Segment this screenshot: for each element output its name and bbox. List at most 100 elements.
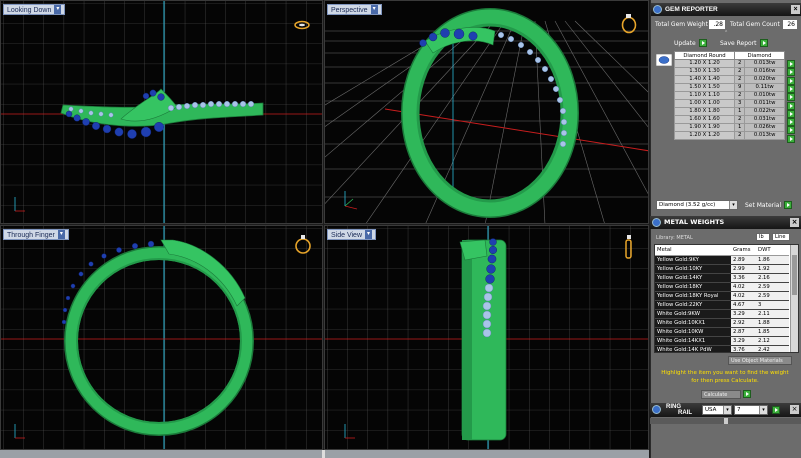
- select-gem-row-button[interactable]: [787, 118, 795, 127]
- close-icon[interactable]: ×: [790, 218, 799, 227]
- gem-row[interactable]: 1.10 X 1.10 2 0.010tw: [674, 91, 785, 100]
- slider-thumb[interactable]: [724, 418, 728, 424]
- col-metal: Metal: [655, 245, 731, 256]
- metal-grams: 3.36: [731, 273, 756, 283]
- select-gem-row-button[interactable]: [787, 76, 795, 85]
- gem-report-table: Diamond Round Diamond 1.20 X 1.20 2 0.013t…: [674, 51, 785, 140]
- metal-row[interactable]: Yellow Gold:18KY 4.02 2.59: [655, 282, 789, 292]
- chevron-down-icon[interactable]: ▾: [729, 201, 737, 209]
- viewport-label-side-view[interactable]: Side View ▾: [327, 229, 377, 240]
- select-gem-row-button[interactable]: [787, 60, 795, 68]
- select-gem-row-button[interactable]: [787, 101, 795, 110]
- viewport-through-finger[interactable]: Through Finger ▾: [0, 225, 323, 450]
- metal-row[interactable]: Yellow Gold:9KY 2.89 1.86: [655, 255, 789, 265]
- unit-toggle-line[interactable]: Line: [772, 233, 790, 241]
- metal-row[interactable]: White Gold:14KX1 3.29 2.12: [655, 336, 789, 346]
- select-gem-row-button[interactable]: [787, 84, 795, 93]
- metal-dwt: 1.85: [756, 327, 789, 337]
- save-report-label: Save Report: [720, 40, 757, 47]
- ring-view-icon[interactable]: [293, 19, 311, 31]
- metal-row[interactable]: Yellow Gold:14KY 3.36 2.16: [655, 273, 789, 283]
- ring-rail-title-2: RAIL: [678, 410, 692, 416]
- metal-grams: 2.87: [731, 327, 756, 337]
- select-gem-row-button[interactable]: [787, 134, 795, 143]
- gem-count: 9: [733, 83, 746, 92]
- chevron-down-icon[interactable]: ▾: [759, 406, 767, 414]
- metal-dwt: 2.42: [756, 345, 789, 352]
- unit-toggle-ib[interactable]: Ib: [756, 233, 770, 241]
- metal-row[interactable]: White Gold:9KW 3.29 2.11: [655, 309, 789, 319]
- ring-size-region-select[interactable]: USA ▾: [702, 405, 732, 415]
- gem-row[interactable]: 1.30 X 1.30 2 0.016tw: [674, 67, 785, 76]
- chevron-down-icon[interactable]: ▾: [370, 5, 378, 14]
- use-object-materials-checkbox[interactable]: Use Object Materials: [728, 356, 792, 365]
- viewport-label-looking-down[interactable]: Looking Down ▾: [3, 4, 66, 15]
- gem-count: 2: [733, 91, 746, 100]
- chevron-down-icon[interactable]: ▾: [57, 230, 65, 239]
- scrollbar-thumb[interactable]: [792, 255, 797, 295]
- ring-view-icon[interactable]: [619, 11, 639, 35]
- metal-row[interactable]: Yellow Gold:10KY 2.99 1.92: [655, 264, 789, 274]
- save-report-button[interactable]: [760, 39, 768, 47]
- metal-weights-header[interactable]: METAL WEIGHTS ×: [650, 216, 801, 229]
- select-gem-row-button[interactable]: [787, 93, 795, 102]
- gem-row[interactable]: 1.40 X 1.40 2 0.020tw: [674, 75, 785, 84]
- metal-grams: 2.99: [731, 264, 756, 274]
- metal-metal: Yellow Gold:9KY: [655, 255, 731, 265]
- ring-rail-header: RING RAIL USA ▾ 7 ▾ ×: [650, 403, 801, 417]
- update-button[interactable]: [699, 39, 707, 47]
- chevron-down-icon[interactable]: ▾: [365, 230, 373, 239]
- calculate-field: Calculate: [701, 390, 741, 399]
- gem-size: 1.10 X 1.10: [674, 91, 735, 100]
- gem-row[interactable]: 1.80 X 1.80 1 0.022tw: [674, 107, 785, 116]
- close-icon[interactable]: ×: [790, 405, 799, 414]
- timeline-marker[interactable]: [322, 450, 325, 458]
- apply-ring-size-button[interactable]: [772, 406, 780, 414]
- gem-count: 2: [733, 115, 746, 124]
- gem-row[interactable]: 1.20 X 1.20 2 0.013tw: [674, 59, 785, 68]
- gem-reporter-header[interactable]: GEM REPORTER ×: [651, 3, 801, 16]
- metal-dwt: 2.11: [756, 309, 789, 319]
- splitter-handle[interactable]: ⌃: [724, 30, 728, 36]
- viewport-looking-down[interactable]: Looking Down ▾: [0, 0, 323, 224]
- select-gem-row-button[interactable]: [787, 126, 795, 135]
- select-gem-row-button[interactable]: [787, 109, 795, 118]
- metal-weights-list[interactable]: Metal Grams DWT Yellow Gold:9KY 2.89 1.86 Y…: [654, 244, 799, 353]
- gem-size: 1.20 X 1.20: [674, 59, 735, 68]
- select-gem-row-button[interactable]: [787, 68, 795, 77]
- metal-row[interactable]: White Gold:14K PdW 3.76 2.42: [655, 345, 789, 352]
- gem-row[interactable]: 1.60 X 1.60 2 0.031tw: [674, 115, 785, 124]
- gem-row[interactable]: 1.20 X 1.20 2 0.013tw: [674, 131, 785, 140]
- gem-reporter-title: GEM REPORTER: [665, 6, 718, 13]
- gem-row[interactable]: 1.90 X 1.90 1 0.026tw: [674, 123, 785, 132]
- metal-grams: 4.67: [731, 300, 756, 310]
- set-material-button[interactable]: [784, 201, 792, 209]
- ring-view-icon[interactable]: [623, 232, 635, 262]
- metal-row[interactable]: White Gold:10KW 2.87 1.85: [655, 327, 789, 337]
- gem-row[interactable]: 1.00 X 1.00 3 0.011tw: [674, 99, 785, 108]
- ring-size-select[interactable]: 7 ▾: [734, 405, 768, 415]
- library-label: Library: METAL: [656, 235, 693, 241]
- metal-list-scrollbar[interactable]: [790, 245, 798, 352]
- metal-row[interactable]: Yellow Gold:18KY Royal 4.02 2.59: [655, 291, 789, 301]
- ring-view-icon[interactable]: [293, 232, 313, 256]
- metal-weights-icon: [652, 218, 661, 227]
- looking-down-scene: [1, 1, 322, 223]
- metal-row[interactable]: White Gold:10KX1 2.92 1.88: [655, 318, 789, 328]
- calculate-button[interactable]: [743, 390, 751, 398]
- material-select[interactable]: Diamond (3.52 g/cc) ▾: [656, 200, 738, 210]
- ring-rail-slider[interactable]: [650, 418, 801, 424]
- gem-row[interactable]: 1.50 X 1.50 9 0.11tw: [674, 83, 785, 92]
- metal-row[interactable]: Yellow Gold:22KY 4.67 3: [655, 300, 789, 310]
- gem-reporter-icon: [653, 5, 662, 14]
- metal-grams: 2.92: [731, 318, 756, 328]
- chevron-down-icon[interactable]: ▾: [54, 5, 62, 14]
- viewport-label-perspective[interactable]: Perspective ▾: [327, 4, 382, 15]
- close-icon[interactable]: ×: [791, 5, 800, 14]
- viewport-label-through-finger[interactable]: Through Finger ▾: [3, 229, 69, 240]
- metal-dwt: 2.12: [756, 336, 789, 346]
- viewport-perspective[interactable]: Perspective ▾: [324, 0, 649, 224]
- timeline-strip[interactable]: [0, 450, 649, 458]
- viewport-side-view[interactable]: Side View ▾: [324, 225, 649, 450]
- chevron-down-icon[interactable]: ▾: [723, 406, 731, 414]
